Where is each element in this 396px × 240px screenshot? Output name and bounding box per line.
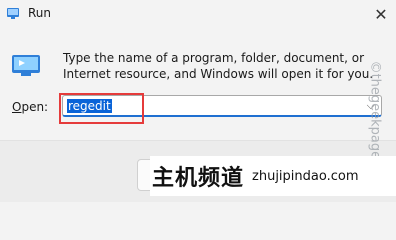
run-dialog-icon	[12, 55, 40, 76]
open-input-value[interactable]: regedit	[67, 99, 112, 113]
run-app-icon	[7, 8, 19, 19]
side-watermark-text: ©thegeekpage.c	[367, 60, 383, 170]
open-combobox[interactable]: regedit ⌵	[62, 95, 382, 117]
banner-url: zhujipindao.com	[252, 168, 359, 184]
watermark-banner: 主机频道 zhujipindao.com	[150, 156, 396, 196]
open-label-text: pen:	[21, 100, 49, 114]
title-bar: Run ✕	[0, 0, 396, 28]
close-button[interactable]: ✕	[366, 0, 396, 28]
open-label: Open:	[12, 100, 48, 114]
dialog-description: Type the name of a program, folder, docu…	[63, 51, 374, 81]
close-icon: ✕	[374, 4, 388, 24]
banner-title: 主机频道	[152, 166, 245, 191]
window-title: Run	[28, 6, 52, 20]
